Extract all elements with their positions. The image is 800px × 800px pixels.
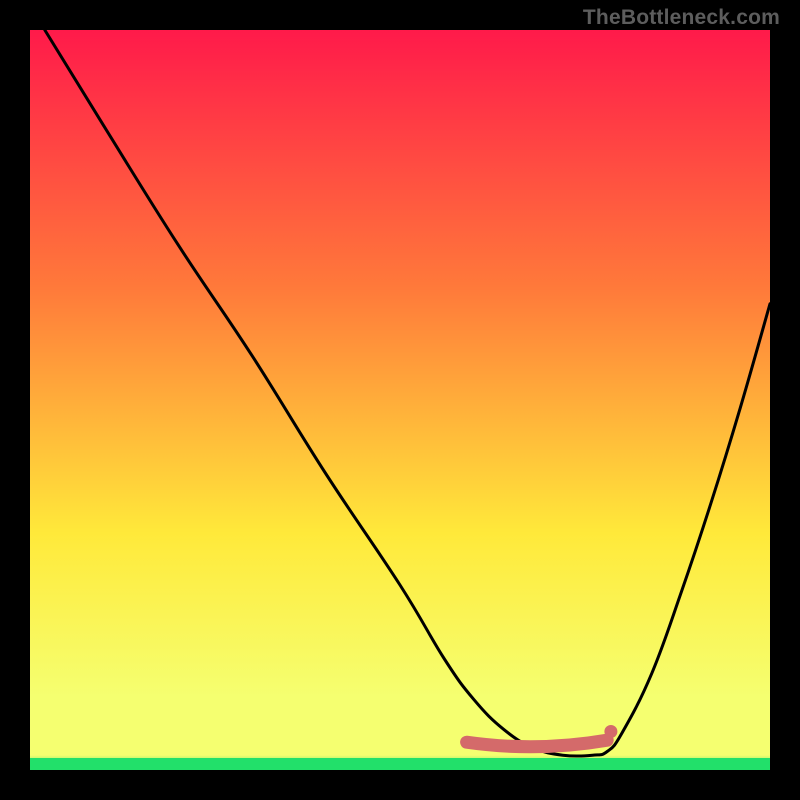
trough-end-marker bbox=[604, 725, 617, 738]
watermark-text: TheBottleneck.com bbox=[583, 6, 780, 30]
bottom-band bbox=[30, 758, 770, 770]
chart-container: TheBottleneck.com bbox=[0, 0, 800, 800]
trough-highlight bbox=[467, 740, 608, 747]
bottleneck-chart bbox=[0, 0, 800, 800]
